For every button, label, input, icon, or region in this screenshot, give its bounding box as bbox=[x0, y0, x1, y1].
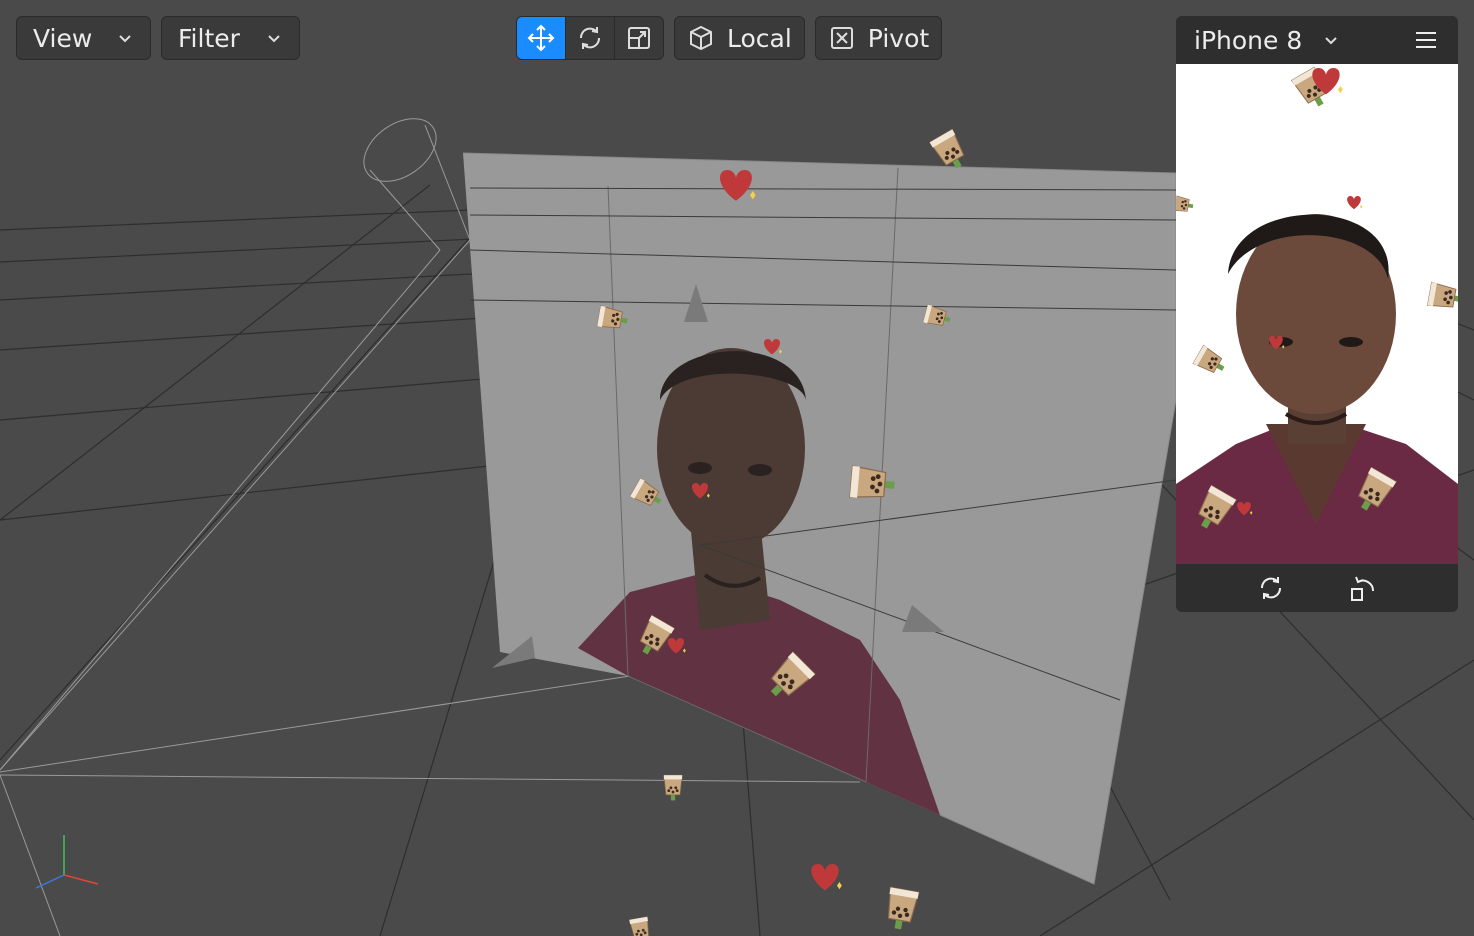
chevron-down-icon bbox=[1325, 37, 1337, 45]
rotate-device-button[interactable] bbox=[1347, 572, 1379, 604]
pivot-icon bbox=[830, 27, 853, 49]
preview-camera-feed bbox=[1176, 66, 1458, 564]
local-space-button[interactable]: Local bbox=[674, 16, 805, 60]
move-tool-button[interactable] bbox=[517, 17, 566, 59]
hamburger-menu-icon[interactable] bbox=[1414, 28, 1438, 52]
preview-header: iPhone 8 bbox=[1176, 16, 1458, 64]
rotate-device-icon bbox=[1351, 576, 1375, 601]
filter-dropdown-label: Filter bbox=[178, 23, 240, 53]
rotate-tool-button[interactable] bbox=[566, 17, 615, 59]
local-space-label: Local bbox=[727, 23, 792, 53]
move-icon bbox=[527, 24, 555, 52]
rotate-icon bbox=[579, 27, 601, 49]
chevron-down-icon bbox=[268, 35, 280, 43]
view-dropdown-label: View bbox=[33, 23, 93, 53]
axis-gizmo bbox=[35, 835, 99, 889]
device-preview-panel: iPhone 8 bbox=[1176, 16, 1458, 612]
pivot-button[interactable]: Pivot bbox=[814, 16, 943, 60]
flip-camera-button[interactable] bbox=[1255, 572, 1287, 604]
flip-camera-icon bbox=[1260, 577, 1282, 599]
preview-footer bbox=[1176, 564, 1458, 612]
device-select[interactable]: iPhone 8 bbox=[1194, 26, 1342, 55]
transform-toolbar: Local Pivot bbox=[516, 16, 943, 60]
chevron-down-icon bbox=[119, 35, 131, 43]
scale-icon bbox=[628, 27, 650, 49]
face-plane[interactable] bbox=[462, 152, 1177, 885]
scale-tool-button[interactable] bbox=[615, 17, 663, 59]
view-dropdown[interactable]: View bbox=[16, 16, 151, 60]
cube-icon bbox=[690, 25, 712, 51]
filter-dropdown[interactable]: Filter bbox=[161, 16, 300, 60]
pivot-label: Pivot bbox=[867, 23, 930, 53]
device-label: iPhone 8 bbox=[1194, 25, 1303, 55]
preview-screen[interactable] bbox=[1176, 64, 1458, 564]
transform-mode-group bbox=[516, 16, 664, 60]
